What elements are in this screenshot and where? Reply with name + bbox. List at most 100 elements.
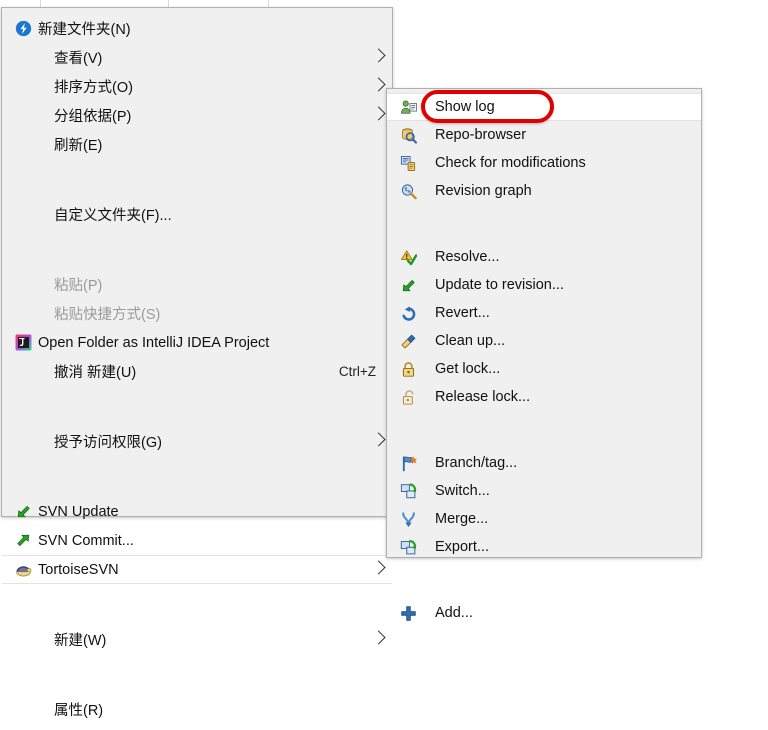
green-commit-arrow-icon bbox=[12, 531, 34, 551]
branch-tag-icon bbox=[397, 453, 419, 473]
no-icon-spacer bbox=[12, 362, 34, 382]
menu-item-update-to-revision[interactable]: Update to revision... bbox=[387, 271, 701, 299]
screen: 新建文件夹(N) 查看(V) 排序方式(O) 分组依据(P) 刷新(E) 自定义文件夹(F… bbox=[0, 0, 768, 719]
menu-item-add[interactable]: Add... bbox=[387, 599, 701, 627]
switch-icon bbox=[397, 481, 419, 501]
menu-item-switch[interactable]: Switch... bbox=[387, 477, 701, 505]
update-to-revision-icon bbox=[397, 275, 419, 295]
menu-item-label: 属性(R) bbox=[54, 703, 104, 719]
menu-separator bbox=[2, 392, 392, 421]
no-icon-spacer bbox=[12, 432, 34, 452]
menu-item-s: 粘贴快捷方式(S) bbox=[2, 299, 392, 328]
menu-item-clean-up[interactable]: Clean up... bbox=[387, 327, 701, 355]
green-update-arrow-icon bbox=[12, 502, 34, 522]
no-icon-spacer bbox=[12, 700, 34, 720]
menu-item-g[interactable]: 授予访问权限(G) bbox=[2, 427, 392, 456]
menu-item-label: 排序方式(O) bbox=[54, 80, 133, 96]
menu-item-label: 分组依据(P) bbox=[54, 109, 132, 125]
add-icon bbox=[397, 603, 419, 623]
menu-item-r[interactable]: 属性(R) bbox=[2, 695, 392, 724]
revision-graph-icon bbox=[397, 181, 419, 201]
menu-item-label: Update to revision... bbox=[435, 277, 564, 293]
chevron-right-icon bbox=[371, 431, 386, 447]
chevron-right-icon bbox=[371, 47, 386, 63]
menu-item-label: 自定义文件夹(F)... bbox=[54, 208, 172, 224]
menu-item-export[interactable]: Export... bbox=[387, 533, 701, 561]
no-icon-spacer bbox=[12, 275, 34, 295]
no-icon-spacer bbox=[12, 48, 34, 68]
show-log-icon bbox=[397, 97, 419, 117]
lock-closed-icon bbox=[397, 359, 419, 379]
tortoisesvn-submenu[interactable]: Show log Repo-browser Check for modificati… bbox=[386, 88, 702, 621]
no-icon-spacer bbox=[12, 135, 34, 155]
menu-item-open-folder-as-intellij-idea-project[interactable]: Open Folder as IntelliJ IDEA Project bbox=[2, 328, 392, 357]
intellij-idea-icon bbox=[12, 333, 34, 353]
menu-item-label: 粘贴(P) bbox=[54, 278, 103, 294]
resolve-icon bbox=[397, 247, 419, 267]
menu-item-label: Repo-browser bbox=[435, 127, 527, 143]
menu-separator bbox=[387, 210, 701, 238]
menu-item-label: 查看(V) bbox=[54, 51, 103, 67]
no-icon-spacer bbox=[12, 77, 34, 97]
menu-item-svn-update[interactable]: SVN Update bbox=[2, 497, 392, 526]
menu-item-svn-commit[interactable]: SVN Commit... bbox=[2, 526, 392, 555]
menu-item-label: 粘贴快捷方式(S) bbox=[54, 307, 161, 323]
menu-item-label: Branch/tag... bbox=[435, 455, 518, 471]
menu-item-label: Clean up... bbox=[435, 333, 506, 349]
menu-item-shortcut: Ctrl+Z bbox=[338, 364, 376, 379]
menu-item-p: 粘贴(P) bbox=[2, 270, 392, 299]
menu-item-label: Merge... bbox=[435, 511, 489, 527]
menu-item-release-lock[interactable]: Release lock... bbox=[387, 383, 701, 411]
menu-item-n[interactable]: 新建文件夹(N) bbox=[2, 14, 392, 43]
menu-item-label: Revert... bbox=[435, 305, 490, 321]
menu-separator bbox=[2, 590, 392, 619]
menu-item-o[interactable]: 排序方式(O) bbox=[2, 72, 392, 101]
menu-item-label: Revision graph bbox=[435, 183, 532, 199]
menu-item-check-for-modifications[interactable]: Check for modifications bbox=[387, 149, 701, 177]
menu-item-p[interactable]: 分组依据(P) bbox=[2, 101, 392, 130]
blue-new-folder-icon bbox=[12, 19, 34, 39]
menu-item-show-log[interactable]: Show log bbox=[387, 93, 701, 121]
repo-browser-icon bbox=[397, 125, 419, 145]
menu-item-label: Export... bbox=[435, 539, 489, 555]
check-modifications-icon bbox=[397, 153, 419, 173]
menu-item-repo-browser[interactable]: Repo-browser bbox=[387, 121, 701, 149]
chevron-right-icon bbox=[371, 105, 386, 121]
menu-item-label: 新建文件夹(N) bbox=[38, 22, 131, 38]
menu-item-revision-graph[interactable]: Revision graph bbox=[387, 177, 701, 205]
no-icon-spacer bbox=[12, 205, 34, 225]
menu-item-u[interactable]: 撤消 新建(U) Ctrl+Z bbox=[2, 357, 392, 386]
tortoise-icon bbox=[12, 560, 34, 580]
menu-item-resolve[interactable]: Resolve... bbox=[387, 243, 701, 271]
menu-item-f[interactable]: 自定义文件夹(F)... bbox=[2, 200, 392, 229]
menu-item-label: Get lock... bbox=[435, 361, 501, 377]
revert-icon bbox=[397, 303, 419, 323]
menu-item-label: SVN Update bbox=[38, 503, 119, 520]
menu-separator bbox=[387, 566, 701, 594]
menu-item-revert[interactable]: Revert... bbox=[387, 299, 701, 327]
no-icon-spacer bbox=[12, 106, 34, 126]
menu-separator bbox=[2, 462, 392, 491]
menu-item-label: 撤消 新建(U) bbox=[54, 365, 137, 381]
menu-item-e[interactable]: 刷新(E) bbox=[2, 130, 392, 159]
menu-item-label: Check for modifications bbox=[435, 155, 586, 171]
folder-context-menu[interactable]: 新建文件夹(N) 查看(V) 排序方式(O) 分组依据(P) 刷新(E) 自定义文件夹(F… bbox=[1, 7, 393, 719]
menu-separator bbox=[2, 165, 392, 194]
menu-item-merge[interactable]: Merge... bbox=[387, 505, 701, 533]
menu-item-label: Open Folder as IntelliJ IDEA Project bbox=[38, 334, 270, 351]
menu-item-label: SVN Commit... bbox=[38, 532, 134, 549]
menu-item-get-lock[interactable]: Get lock... bbox=[387, 355, 701, 383]
menu-item-label: 新建(W) bbox=[54, 633, 107, 649]
menu-separator bbox=[2, 660, 392, 689]
menu-separator bbox=[2, 235, 392, 264]
menu-item-branch-tag[interactable]: Branch/tag... bbox=[387, 449, 701, 477]
menu-item-tortoisesvn[interactable]: TortoiseSVN bbox=[2, 555, 392, 584]
menu-separator bbox=[387, 416, 701, 444]
clean-up-icon bbox=[397, 331, 419, 351]
menu-item-label: 刷新(E) bbox=[54, 138, 103, 154]
no-icon-spacer bbox=[12, 304, 34, 324]
menu-item-v[interactable]: 查看(V) bbox=[2, 43, 392, 72]
menu-item-w[interactable]: 新建(W) bbox=[2, 625, 392, 654]
menu-item-label: Release lock... bbox=[435, 389, 531, 405]
export-icon bbox=[397, 537, 419, 557]
